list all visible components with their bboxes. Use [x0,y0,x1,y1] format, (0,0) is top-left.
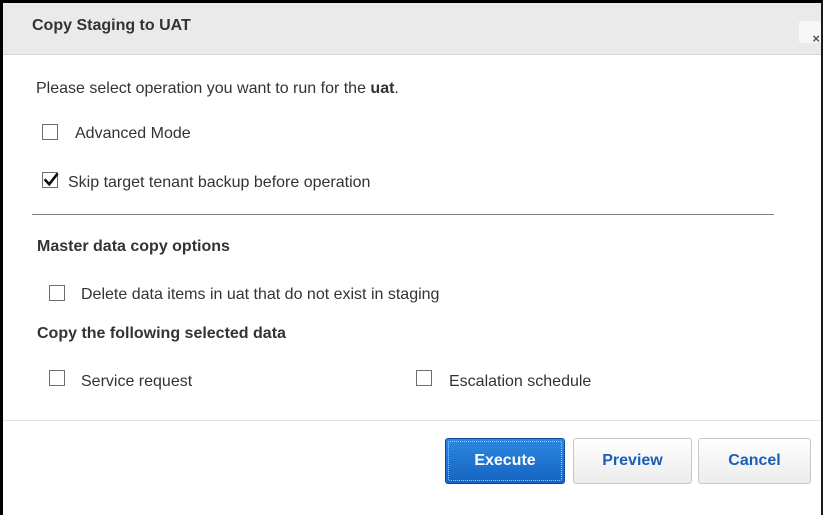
advanced-mode-label[interactable]: Advanced Mode [75,125,191,143]
footer-divider [3,420,821,421]
skip-backup-label[interactable]: Skip target tenant backup before operati… [68,174,370,192]
cancel-label: Cancel [728,452,781,469]
escalation-schedule-checkbox[interactable] [416,370,432,386]
section-divider [32,214,774,215]
intro-suffix: . [394,80,399,97]
cancel-button[interactable]: Cancel [698,438,811,484]
dialog-title: Copy Staging to UAT [32,17,191,34]
intro-prefix: Please select operation you want to run … [36,80,371,97]
service-request-label[interactable]: Service request [81,373,192,391]
delete-items-checkbox[interactable] [49,285,65,301]
intro-text: Please select operation you want to run … [36,80,399,98]
service-request-checkbox[interactable] [49,370,65,386]
advanced-mode-checkbox[interactable] [42,124,58,140]
escalation-schedule-label[interactable]: Escalation schedule [449,373,591,391]
copy-staging-dialog: Copy Staging to UAT × Please select oper… [0,0,823,515]
focus-ring [448,441,562,481]
master-data-heading: Master data copy options [37,238,230,255]
delete-items-label[interactable]: Delete data items in uat that do not exi… [81,286,439,304]
copy-selected-heading: Copy the following selected data [37,325,286,342]
preview-button[interactable]: Preview [573,438,692,484]
close-button[interactable]: × [799,21,821,46]
preview-label: Preview [602,452,663,469]
skip-backup-checkbox[interactable] [42,172,59,188]
dialog-title-bar[interactable]: Copy Staging to UAT × [3,3,821,55]
checkmark-icon [43,172,59,187]
intro-target: uat [370,80,395,97]
close-icon: × [812,31,820,46]
execute-button[interactable]: Execute [445,438,565,484]
